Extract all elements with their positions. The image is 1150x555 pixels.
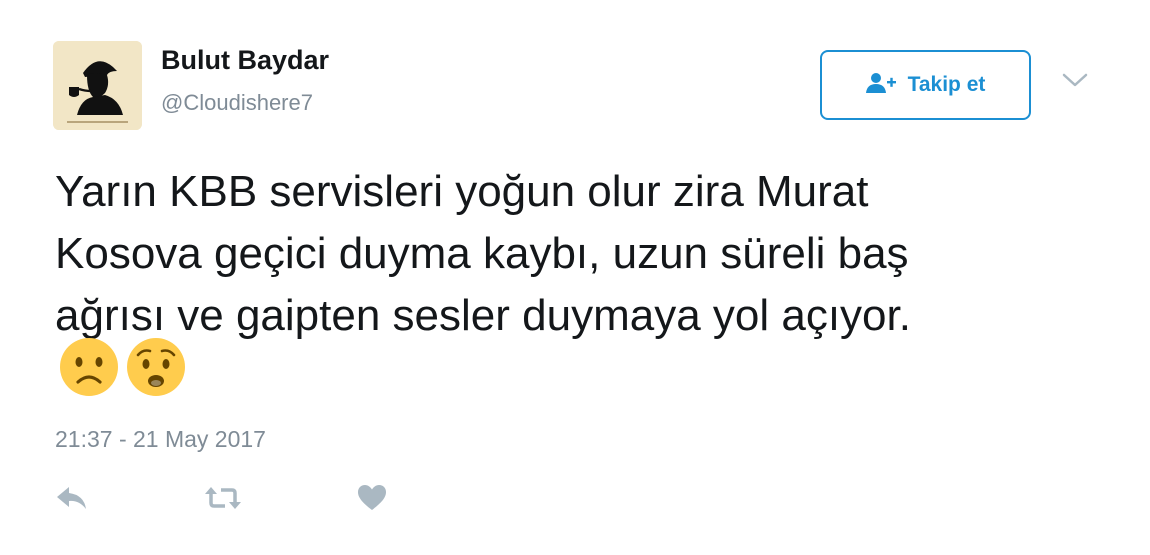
emoji-row	[58, 336, 187, 403]
worried-face-emoji	[125, 336, 187, 403]
reply-icon[interactable]	[55, 484, 89, 517]
follow-button-label: Takip et	[907, 73, 986, 96]
tweet-text-line: ağrısı ve gaipten sesler duymaya yol açı…	[55, 291, 911, 340]
add-user-icon	[865, 72, 896, 99]
tweet-text-line: Yarın KBB servisleri yoğun olur zira Mur…	[55, 167, 869, 216]
silhouette-pipe-avatar-icon	[53, 41, 142, 130]
avatar[interactable]	[53, 41, 142, 130]
author-name[interactable]: Bulut Baydar	[161, 45, 329, 76]
like-heart-icon[interactable]	[357, 484, 387, 517]
tweet-timestamp[interactable]: 21:37 - 21 May 2017	[55, 426, 266, 453]
frowning-face-emoji	[58, 336, 120, 403]
follow-button[interactable]: Takip et	[820, 50, 1031, 120]
tweet-text: Yarın KBB servisleri yoğun olur zira Mur…	[55, 161, 1095, 347]
retweet-icon[interactable]	[203, 484, 243, 517]
author-handle[interactable]: @Cloudishere7	[161, 90, 313, 116]
tweet-text-line: Kosova geçici duyma kaybı, uzun süreli b…	[55, 229, 909, 278]
chevron-down-icon[interactable]	[1060, 70, 1090, 90]
